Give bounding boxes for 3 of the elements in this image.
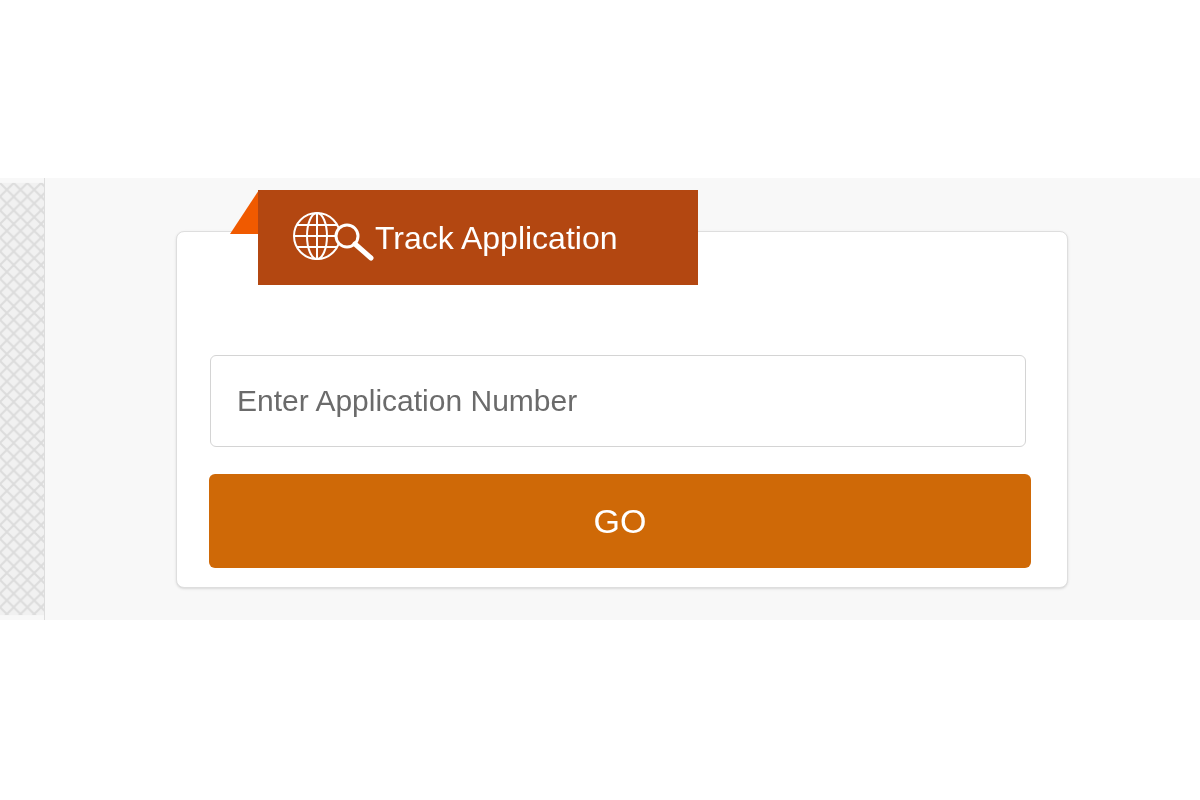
application-number-field[interactable]: Enter Application Number: [210, 355, 1026, 447]
go-button[interactable]: GO: [209, 474, 1031, 568]
tab-title: Track Application: [375, 218, 618, 258]
